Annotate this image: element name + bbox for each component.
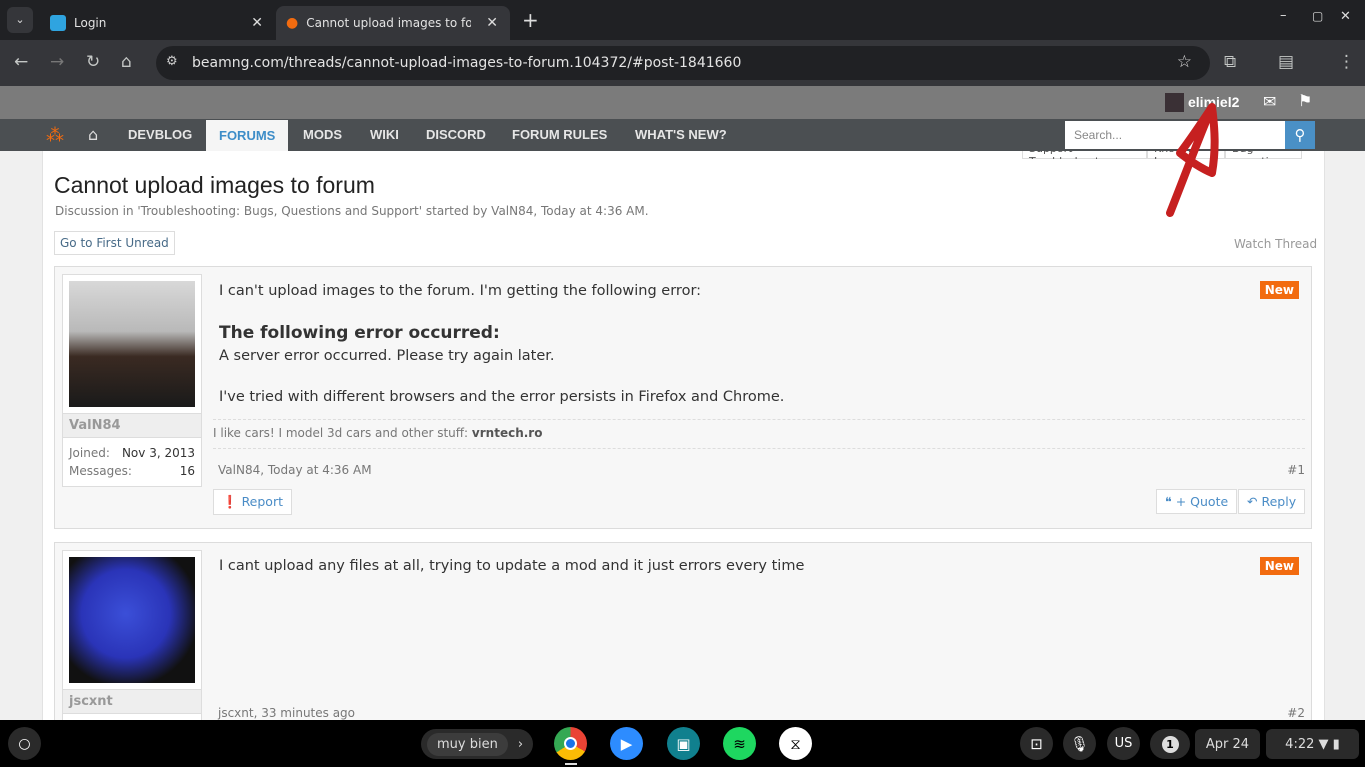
wifi-icon: ▼ <box>1318 736 1329 752</box>
red-arrow-annotation <box>1166 103 1219 217</box>
post-2: jscxnt I cant upload any files at all, t… <box>54 542 1312 732</box>
username[interactable]: ValN84 <box>63 413 201 438</box>
tab-title: Cannot upload images to forum <box>306 16 472 30</box>
watch-thread-link[interactable]: Watch Thread <box>1234 237 1317 251</box>
post-number[interactable]: #2 <box>1287 706 1305 720</box>
joined-stat: Joined: Nov 3, 2013 <box>69 446 195 460</box>
page-title: Cannot upload images to forum <box>54 172 375 198</box>
nav-devblog[interactable]: DEVBLOG <box>116 119 204 151</box>
cloud-icon <box>50 15 66 31</box>
nav-wiki[interactable]: WIKI <box>358 119 411 151</box>
user-avatar-valn84[interactable] <box>69 281 195 407</box>
nav-forum-rules[interactable]: FORUM RULES <box>500 119 619 151</box>
nav-discord[interactable]: DISCORD <box>414 119 498 151</box>
new-badge: New <box>1259 281 1299 299</box>
quote-button[interactable]: ❝ + Quote <box>1156 489 1238 514</box>
reply-button[interactable]: ↶ Reply <box>1238 489 1306 514</box>
post-byline[interactable]: ValN84, Today at 4:36 AM <box>218 463 372 477</box>
address-bar[interactable]: ⚙ beamng.com/threads/cannot-upload-image… <box>156 46 1210 80</box>
screen-capture-icon[interactable]: ⊡ <box>1020 727 1053 760</box>
url-text: beamng.com/threads/cannot-upload-images-… <box>192 55 742 71</box>
inbox-icon[interactable]: ✉ <box>1263 92 1276 111</box>
minimize-button[interactable]: – <box>1280 8 1287 23</box>
close-tab-icon[interactable]: ✕ <box>486 15 498 31</box>
bookmark-star-icon[interactable]: ☆ <box>1177 52 1192 72</box>
error-message: A server error occurred. Please try agai… <box>219 348 555 364</box>
quote-icon: ❝ <box>1165 494 1172 509</box>
classroom-app-icon[interactable]: ▣ <box>667 727 700 760</box>
alert-icon: ❗ <box>222 494 238 509</box>
site-info-icon[interactable]: ⚙ <box>166 54 178 69</box>
nav-forums[interactable]: FORUMS <box>206 120 289 152</box>
reply-icon: ↶ <box>1247 494 1258 509</box>
tab-forum[interactable]: ● Cannot upload images to forum ✕ <box>276 6 510 40</box>
reading-list-icon[interactable]: ▤ <box>1278 52 1294 72</box>
nav-mods[interactable]: MODS <box>291 119 354 151</box>
close-tab-icon[interactable]: ✕ <box>251 15 263 31</box>
extensions-icon[interactable]: ⧉ <box>1224 52 1236 72</box>
beamng-logo[interactable]: ⁂ <box>46 125 64 146</box>
system-tray[interactable]: 4:22 ▼ ▮ <box>1266 729 1359 759</box>
back-icon[interactable]: ← <box>14 52 28 72</box>
post-byline[interactable]: jscxnt, 33 minutes ago <box>218 706 355 720</box>
new-badge: New <box>1259 557 1299 575</box>
close-window-button[interactable]: ✕ <box>1340 9 1351 24</box>
capcut-app-icon[interactable]: ⧖ <box>779 727 812 760</box>
signature-link[interactable]: vrntech.ro <box>472 426 543 440</box>
post-1: ValN84 Joined: Nov 3, 2013 Messages: 16 I … <box>54 266 1312 529</box>
home-icon[interactable]: ⌂ <box>88 125 98 144</box>
thread-meta: Discussion in 'Troubleshooting: Bugs, Qu… <box>55 204 649 218</box>
battery-icon: ▮ <box>1332 736 1340 752</box>
user-info: ValN84 Joined: Nov 3, 2013 Messages: 16 <box>62 274 202 487</box>
active-indicator <box>565 763 577 765</box>
messages-stat: Messages: 16 <box>69 464 195 478</box>
tab-login[interactable]: Login ✕ <box>40 6 275 40</box>
go-to-first-unread-button[interactable]: Go to First Unread <box>54 231 175 255</box>
sublink-support[interactable]: Support Troubleshooter <box>1022 151 1147 159</box>
notifications-button[interactable]: 1 <box>1150 729 1190 759</box>
menu-icon[interactable]: ⋮ <box>1338 52 1355 72</box>
maximize-button[interactable]: ▢ <box>1312 9 1323 23</box>
reload-icon[interactable]: ↻ <box>86 52 100 72</box>
error-title: The following error occurred: <box>219 323 500 343</box>
home-icon[interactable]: ⌂ <box>121 52 132 72</box>
user-info: jscxnt <box>62 550 202 730</box>
date-button[interactable]: Apr 24 <box>1195 729 1260 759</box>
post-text: I can't upload images to the forum. I'm … <box>219 283 702 299</box>
user-avatar-jscxnt[interactable] <box>69 557 195 683</box>
username[interactable]: jscxnt <box>63 689 201 714</box>
zoom-app-icon[interactable]: ▶ <box>610 727 643 760</box>
post-text: I cant upload any files at all, trying t… <box>219 558 805 574</box>
keyboard-layout[interactable]: US <box>1107 727 1140 760</box>
chrome-app-icon[interactable] <box>554 727 587 760</box>
sublink-bug-reporting[interactable]: Bug reporting <box>1225 151 1302 159</box>
tab-search-button[interactable]: ⌄ <box>7 7 33 33</box>
alerts-flag-icon[interactable]: ⚑ <box>1298 91 1312 110</box>
new-tab-button[interactable]: + <box>522 8 539 32</box>
forward-icon[interactable]: → <box>50 52 64 72</box>
post-number[interactable]: #1 <box>1287 463 1305 477</box>
tab-title: Login <box>74 16 107 30</box>
signature: I like cars! I model 3d cars and other s… <box>213 419 1305 449</box>
nav-whats-new[interactable]: WHAT'S NEW? <box>623 119 739 151</box>
launcher-button[interactable]: ○ <box>8 727 41 760</box>
search-button[interactable]: ⚲ <box>1285 121 1315 149</box>
report-button[interactable]: ❗ Report <box>213 489 292 515</box>
beamng-favicon: ● <box>286 15 299 31</box>
suggestion-chip[interactable]: muy bien › <box>421 729 533 759</box>
spotify-app-icon[interactable]: ≋ <box>723 727 756 760</box>
post-text: I've tried with different browsers and t… <box>219 389 785 405</box>
tab-strip: ⌄ Login ✕ ● Cannot upload images to foru… <box>0 0 1365 40</box>
microphone-icon[interactable]: 🎙 <box>1063 727 1096 760</box>
